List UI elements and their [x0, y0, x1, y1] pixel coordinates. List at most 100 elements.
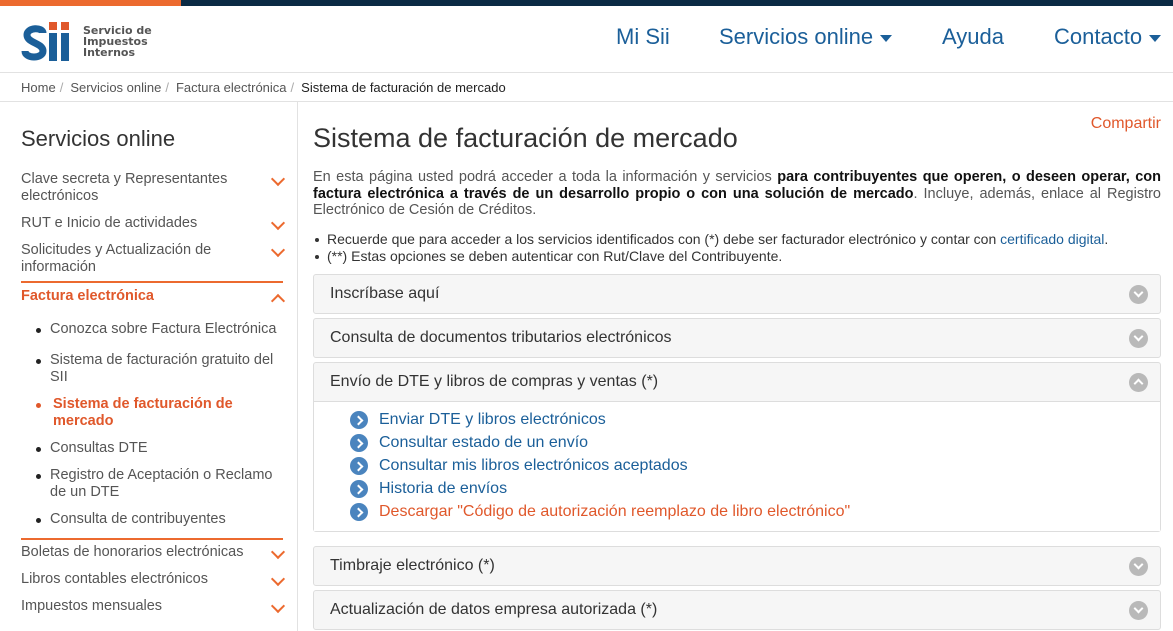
sidebar-item-impuestos[interactable]: Impuestos mensuales [21, 598, 286, 615]
bullet-icon [36, 403, 41, 408]
chevron-down-circle-icon[interactable] [1129, 329, 1148, 348]
sidebar-item-clave[interactable]: Clave secreta y Representantes electróni… [21, 171, 286, 205]
chevron-up-icon [270, 293, 286, 309]
share-link[interactable]: Compartir [1091, 115, 1161, 133]
accordion-consulta-dte[interactable]: Consulta de documentos tributarios elect… [313, 318, 1161, 358]
sidebar-title: Servicios online [21, 126, 176, 151]
sidebar-item-libros[interactable]: Libros contables electrónicos [21, 571, 286, 588]
note-text: (**) Estas opciones se deben autenticar … [327, 247, 783, 264]
nav-ayuda[interactable]: Ayuda [942, 24, 1004, 50]
envio-link[interactable]: Consultar mis libros electrónicos acepta… [350, 454, 1160, 477]
sidebar-item-rut[interactable]: RUT e Inicio de actividades [21, 215, 286, 232]
main-content: Compartir Sistema de facturación de merc… [313, 102, 1163, 631]
accordion-header[interactable]: Consulta de documentos tributarios elect… [314, 319, 1160, 357]
breadcrumb: Home / Servicios online / Factura electrón… [21, 80, 506, 95]
chevron-down-circle-icon[interactable] [1129, 285, 1148, 304]
envio-link-label: Historia de envíos [379, 479, 508, 497]
sidebar-item-label: Boletas de honorarios electrónicas [21, 544, 244, 560]
accordion-envio-dte[interactable]: Envío de DTE y libros de compras y venta… [313, 362, 1161, 532]
sidebar-subitem-label: Sistema de facturación de mercado [53, 396, 233, 429]
accordion-title: Consulta de documentos tributarios elect… [330, 329, 672, 346]
envio-link-label: Consultar mis libros electrónicos acepta… [379, 456, 688, 474]
accordion-header[interactable]: Inscríbase aquí [314, 275, 1160, 313]
chevron-up-circle-icon[interactable] [1129, 373, 1148, 392]
chevron-down-circle-icon[interactable] [1129, 601, 1148, 620]
chevron-down-circle-icon[interactable] [1129, 557, 1148, 576]
nav-ayuda-label: Ayuda [942, 24, 1004, 49]
chevron-down-icon [270, 544, 286, 560]
accordion-inscribase[interactable]: Inscríbase aquí [313, 274, 1161, 314]
sidebar-subitem-label: Consulta de contribuyentes [50, 511, 226, 527]
chevron-down-icon [880, 35, 893, 42]
accordion-title: Inscríbase aquí [330, 285, 440, 302]
breadcrumb-servicios[interactable]: Servicios online [70, 80, 161, 95]
envio-link[interactable]: Historia de envíos [350, 477, 1160, 500]
chevron-down-icon [270, 171, 286, 187]
note-item: (**) Estas opciones se deben autenticar … [315, 247, 1163, 265]
sidebar-subitem[interactable]: Sistema de facturación gratuito del SII [36, 352, 281, 386]
sidebar-item-factura[interactable]: Factura electrónica [21, 288, 286, 309]
accordion-actualizacion[interactable]: Actualización de datos empresa autorizad… [313, 590, 1161, 630]
certificado-digital-link[interactable]: certificado digital [1000, 231, 1104, 247]
sidebar: Servicios online Clave secreta y Represe… [21, 102, 286, 631]
sii-logo[interactable]: Servicio de Impuestos Internos [21, 16, 161, 66]
sidebar-subitem-label: Sistema de facturación gratuito del SII [50, 352, 274, 385]
breadcrumb-separator: / [165, 80, 169, 95]
sii-logo-icon [21, 22, 69, 61]
chevron-down-icon [270, 571, 286, 587]
accordion-timbraje[interactable]: Timbraje electrónico (*) [313, 546, 1161, 586]
envio-link-label: Consultar estado de un envío [379, 433, 589, 451]
breadcrumb-factura[interactable]: Factura electrónica [176, 80, 287, 95]
bullet-icon [36, 474, 41, 479]
accordion-title: Actualización de datos empresa autorizad… [330, 601, 658, 618]
chevron-down-icon [270, 215, 286, 231]
accordion-header[interactable]: Actualización de datos empresa autorizad… [314, 591, 1160, 629]
nav-mi-sii-label: Mi Sii [616, 24, 670, 49]
sii-logo-text: Servicio de Impuestos Internos [83, 23, 152, 59]
nav-contacto-label: Contacto [1054, 24, 1143, 49]
breadcrumb-current: Sistema de facturación de mercado [301, 80, 506, 95]
accordion-body: Enviar DTE y libros electrónicos Consult… [314, 401, 1160, 531]
sidebar-divider [297, 102, 298, 631]
sidebar-subitem[interactable]: Consultas DTE [36, 440, 281, 457]
note-text: . [1104, 231, 1109, 247]
note-item: Recuerde que para acceder a los servicio… [315, 231, 1163, 248]
accordion-header[interactable]: Timbraje electrónico (*) [314, 547, 1160, 585]
arrow-right-circle-icon [350, 456, 368, 475]
sidebar-item-boletas[interactable]: Boletas de honorarios electrónicas [21, 544, 286, 561]
breadcrumb-separator: / [290, 80, 295, 95]
sidebar-subitem-current[interactable]: Sistema de facturación de mercado [36, 396, 281, 430]
sidebar-item-label: Impuestos mensuales [21, 598, 163, 614]
envio-link-label: Descargar "Código de autorización reempl… [379, 502, 851, 520]
bullet-icon [36, 447, 41, 452]
bullet-icon [36, 328, 41, 333]
envio-link-descargar[interactable]: Descargar "Código de autorización reempl… [350, 500, 1160, 523]
sidebar-subitem[interactable]: Consulta de contribuyentes [36, 511, 281, 528]
divider [0, 72, 1173, 73]
note-text: Recuerde que para acceder a los servicio… [327, 231, 1001, 247]
envio-link[interactable]: Enviar DTE y libros electrónicos [350, 408, 1160, 431]
nav-servicios-label: Servicios online [719, 24, 874, 49]
envio-link[interactable]: Consultar estado de un envío [350, 431, 1160, 454]
envio-link-label: Enviar DTE y libros electrónicos [379, 410, 606, 428]
sidebar-item-label: Solicitudes y Actualización de informaci… [21, 242, 212, 275]
nav-contacto[interactable]: Contacto [1054, 24, 1162, 50]
sidebar-subitem-label: Conozca sobre Factura Electrónica [50, 321, 277, 337]
sidebar-subitem[interactable]: Conozca sobre Factura Electrónica [36, 321, 281, 338]
arrow-right-circle-icon [350, 502, 368, 521]
sidebar-item-label: RUT e Inicio de actividades [21, 215, 198, 231]
chevron-down-icon [270, 242, 286, 258]
sidebar-divider-line [21, 538, 283, 540]
arrow-right-circle-icon [350, 479, 368, 498]
sidebar-item-label: Clave secreta y Representantes electróni… [21, 171, 228, 204]
sidebar-item-solicitudes[interactable]: Solicitudes y Actualización de informaci… [21, 242, 286, 276]
breadcrumb-home[interactable]: Home [21, 80, 56, 95]
sidebar-subitem[interactable]: Registro de Aceptación o Reclamo de un D… [36, 467, 281, 501]
page-title: Sistema de facturación de mercado [313, 123, 738, 153]
nav-servicios-online[interactable]: Servicios online [719, 24, 893, 50]
accordion-header[interactable]: Envío de DTE y libros de compras y venta… [314, 363, 1160, 401]
accordion-title: Envío de DTE y libros de compras y venta… [330, 373, 659, 390]
arrow-right-circle-icon [350, 410, 368, 429]
chevron-down-icon [1149, 35, 1162, 42]
nav-mi-sii[interactable]: Mi Sii [616, 24, 670, 50]
